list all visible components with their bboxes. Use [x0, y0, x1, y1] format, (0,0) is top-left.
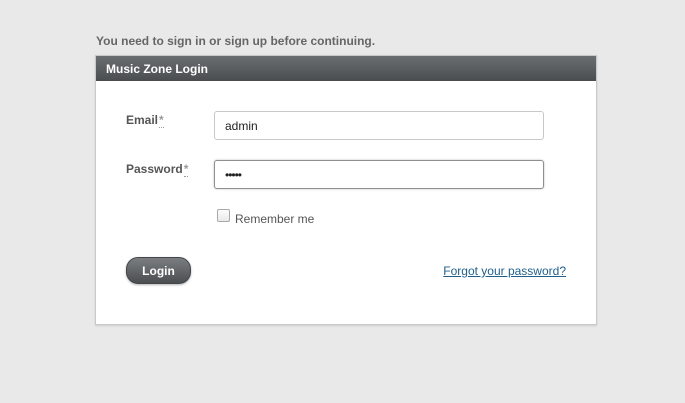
- email-label: Email*: [126, 113, 164, 128]
- login-button[interactable]: Login: [126, 257, 191, 284]
- panel-title: Music Zone Login: [96, 56, 596, 81]
- email-label-text: Email: [126, 113, 159, 127]
- email-field[interactable]: [214, 111, 544, 140]
- password-label: Password*: [126, 162, 189, 177]
- remember-me-label[interactable]: Remember me: [235, 212, 314, 226]
- flash-message: You need to sign in or sign up before co…: [96, 34, 376, 48]
- remember-me-checkbox[interactable]: [217, 209, 230, 222]
- email-required-marker: *: [159, 113, 164, 128]
- forgot-password-link[interactable]: Forgot your password?: [443, 264, 566, 278]
- password-field[interactable]: [214, 160, 544, 189]
- password-label-text: Password: [126, 162, 183, 176]
- login-panel: Music Zone Login Email* Password* Rememb…: [95, 55, 597, 325]
- password-required-marker: *: [183, 162, 189, 177]
